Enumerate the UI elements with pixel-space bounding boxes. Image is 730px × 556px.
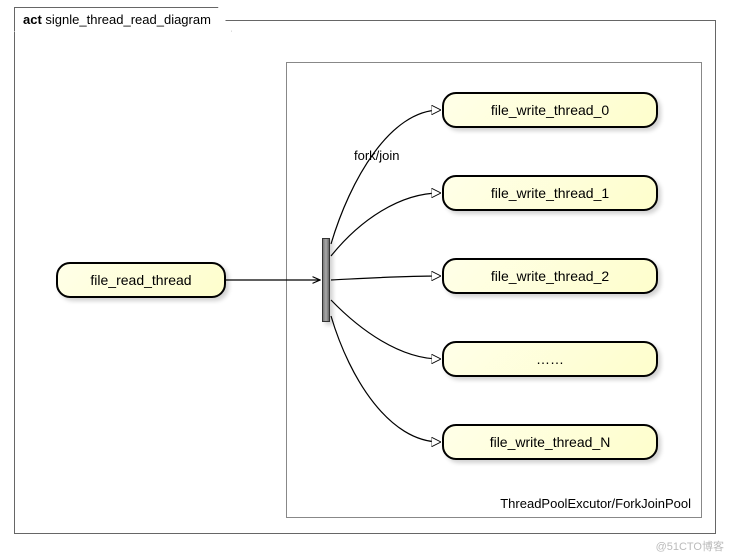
node-label: file_write_thread_2 — [491, 268, 609, 284]
node-ellipsis: …… — [442, 341, 658, 377]
edge-label-fork-join: fork/join — [354, 148, 400, 163]
title-prefix: act — [23, 12, 42, 27]
threadpool-label: ThreadPoolExcutor/ForkJoinPool — [500, 496, 691, 511]
node-file-write-thread-n: file_write_thread_N — [442, 424, 658, 460]
watermark: @51CTO博客 — [656, 538, 724, 554]
node-label: file_write_thread_1 — [491, 185, 609, 201]
node-label: file_read_thread — [90, 272, 191, 288]
node-label: file_write_thread_0 — [491, 102, 609, 118]
fork-bar — [322, 238, 330, 322]
activity-title-tab: act signle_thread_read_diagram — [14, 7, 232, 32]
title-text: signle_thread_read_diagram — [45, 12, 211, 27]
node-label: file_write_thread_N — [490, 434, 611, 450]
node-file-write-thread-1: file_write_thread_1 — [442, 175, 658, 211]
node-file-write-thread-2: file_write_thread_2 — [442, 258, 658, 294]
node-file-read-thread: file_read_thread — [56, 262, 226, 298]
node-label: …… — [536, 351, 564, 367]
node-file-write-thread-0: file_write_thread_0 — [442, 92, 658, 128]
